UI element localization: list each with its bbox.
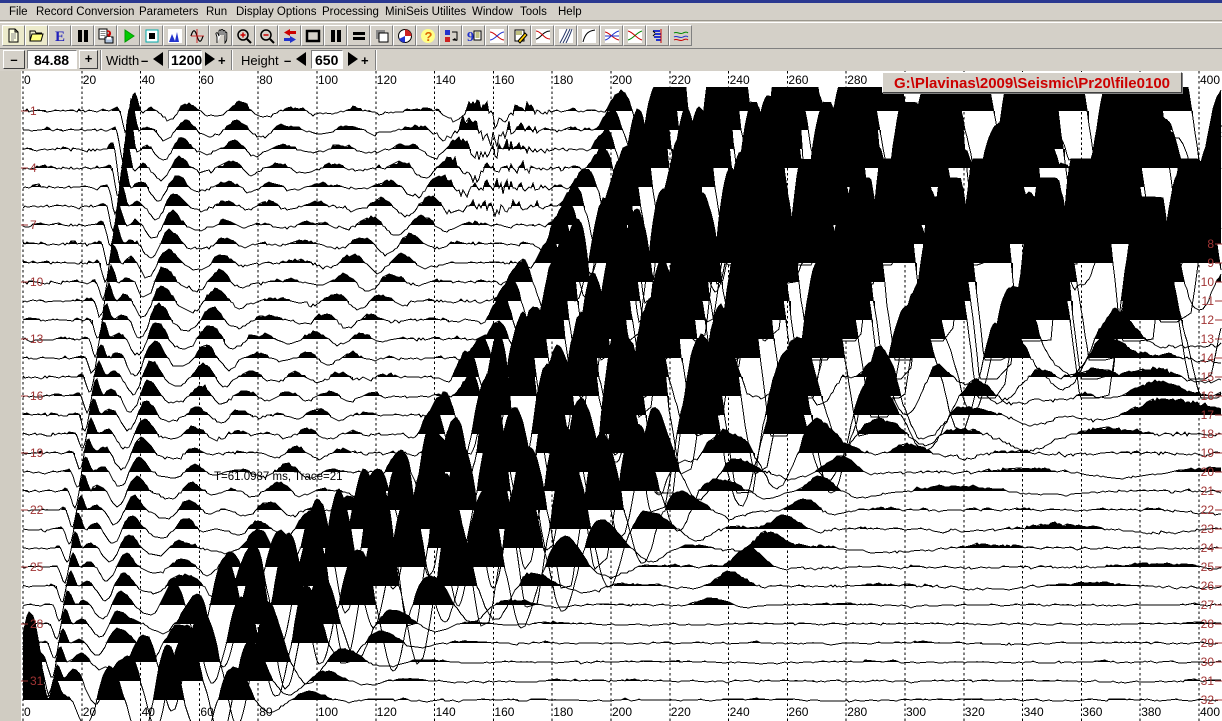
svg-text:300: 300 [906,705,926,719]
svg-text:20: 20 [83,73,97,87]
svg-text:21: 21 [1201,484,1215,498]
svg-text:18: 18 [1201,427,1215,441]
svg-text:240: 240 [730,705,750,719]
svg-text:19: 19 [1201,446,1215,460]
svg-text:8: 8 [1207,237,1214,251]
svg-text:20: 20 [1201,465,1215,479]
svg-text:22: 22 [30,503,44,517]
svg-text:16: 16 [1201,389,1215,403]
svg-text:120: 120 [377,73,397,87]
svg-text:400: 400 [1200,73,1220,87]
svg-text:280: 280 [847,73,867,87]
svg-text:T=61.0987 ms, Trace=21: T=61.0987 ms, Trace=21 [214,471,343,483]
svg-text:160: 160 [494,73,514,87]
svg-text:220: 220 [671,705,691,719]
svg-text:4: 4 [30,161,37,175]
svg-text:100: 100 [318,705,338,719]
svg-text:13: 13 [30,332,44,346]
svg-text:180: 180 [553,73,573,87]
svg-text:26: 26 [1201,579,1215,593]
svg-text:340: 340 [1024,705,1044,719]
svg-text:24: 24 [1201,541,1215,555]
svg-text:28: 28 [1201,617,1215,631]
svg-text:25: 25 [30,560,44,574]
svg-text:100: 100 [318,73,338,87]
svg-text:80: 80 [259,73,273,87]
svg-text:14: 14 [1201,351,1215,365]
svg-text:1: 1 [30,104,37,118]
svg-text:400: 400 [1200,705,1220,719]
svg-text:13: 13 [1201,332,1215,346]
svg-text:?: ? [425,29,433,44]
svg-text:200: 200 [612,705,632,719]
svg-text:28: 28 [30,617,44,631]
svg-text:200: 200 [612,73,632,87]
svg-text:0: 0 [24,705,31,719]
svg-text:15: 15 [1201,370,1215,384]
svg-text:9: 9 [467,30,474,44]
svg-text:11: 11 [1202,294,1215,308]
svg-text:240: 240 [730,73,750,87]
svg-text:40: 40 [142,73,156,87]
svg-text:27: 27 [1201,598,1215,612]
svg-text:23: 23 [1201,522,1215,536]
svg-text:120: 120 [377,705,397,719]
svg-text:380: 380 [1141,705,1161,719]
svg-text:32: 32 [1201,693,1215,707]
svg-text:160: 160 [494,705,514,719]
svg-text:20: 20 [83,705,97,719]
svg-text:140: 140 [436,705,456,719]
svg-text:12: 12 [1201,313,1215,327]
svg-text:220: 220 [671,73,691,87]
svg-text:29: 29 [1201,636,1215,650]
svg-text:7: 7 [30,218,37,232]
svg-text:360: 360 [1082,705,1102,719]
svg-text:260: 260 [788,705,808,719]
svg-text:10: 10 [1201,275,1215,289]
svg-text:25: 25 [1201,560,1215,574]
svg-text:280: 280 [847,705,867,719]
svg-text:31: 31 [1201,674,1215,688]
svg-text:31: 31 [30,674,44,688]
svg-text:60: 60 [200,73,214,87]
svg-text:30: 30 [1201,655,1215,669]
svg-text:180: 180 [553,705,573,719]
svg-text:E: E [55,29,65,44]
svg-text:140: 140 [436,73,456,87]
svg-text:22: 22 [1201,503,1215,517]
svg-text:9: 9 [1207,256,1214,270]
svg-text:260: 260 [788,73,808,87]
svg-text:10: 10 [30,275,44,289]
svg-text:17: 17 [1201,408,1215,422]
svg-text:0: 0 [24,73,31,87]
svg-text:16: 16 [30,389,44,403]
svg-text:19: 19 [30,446,44,460]
svg-text:320: 320 [965,705,985,719]
